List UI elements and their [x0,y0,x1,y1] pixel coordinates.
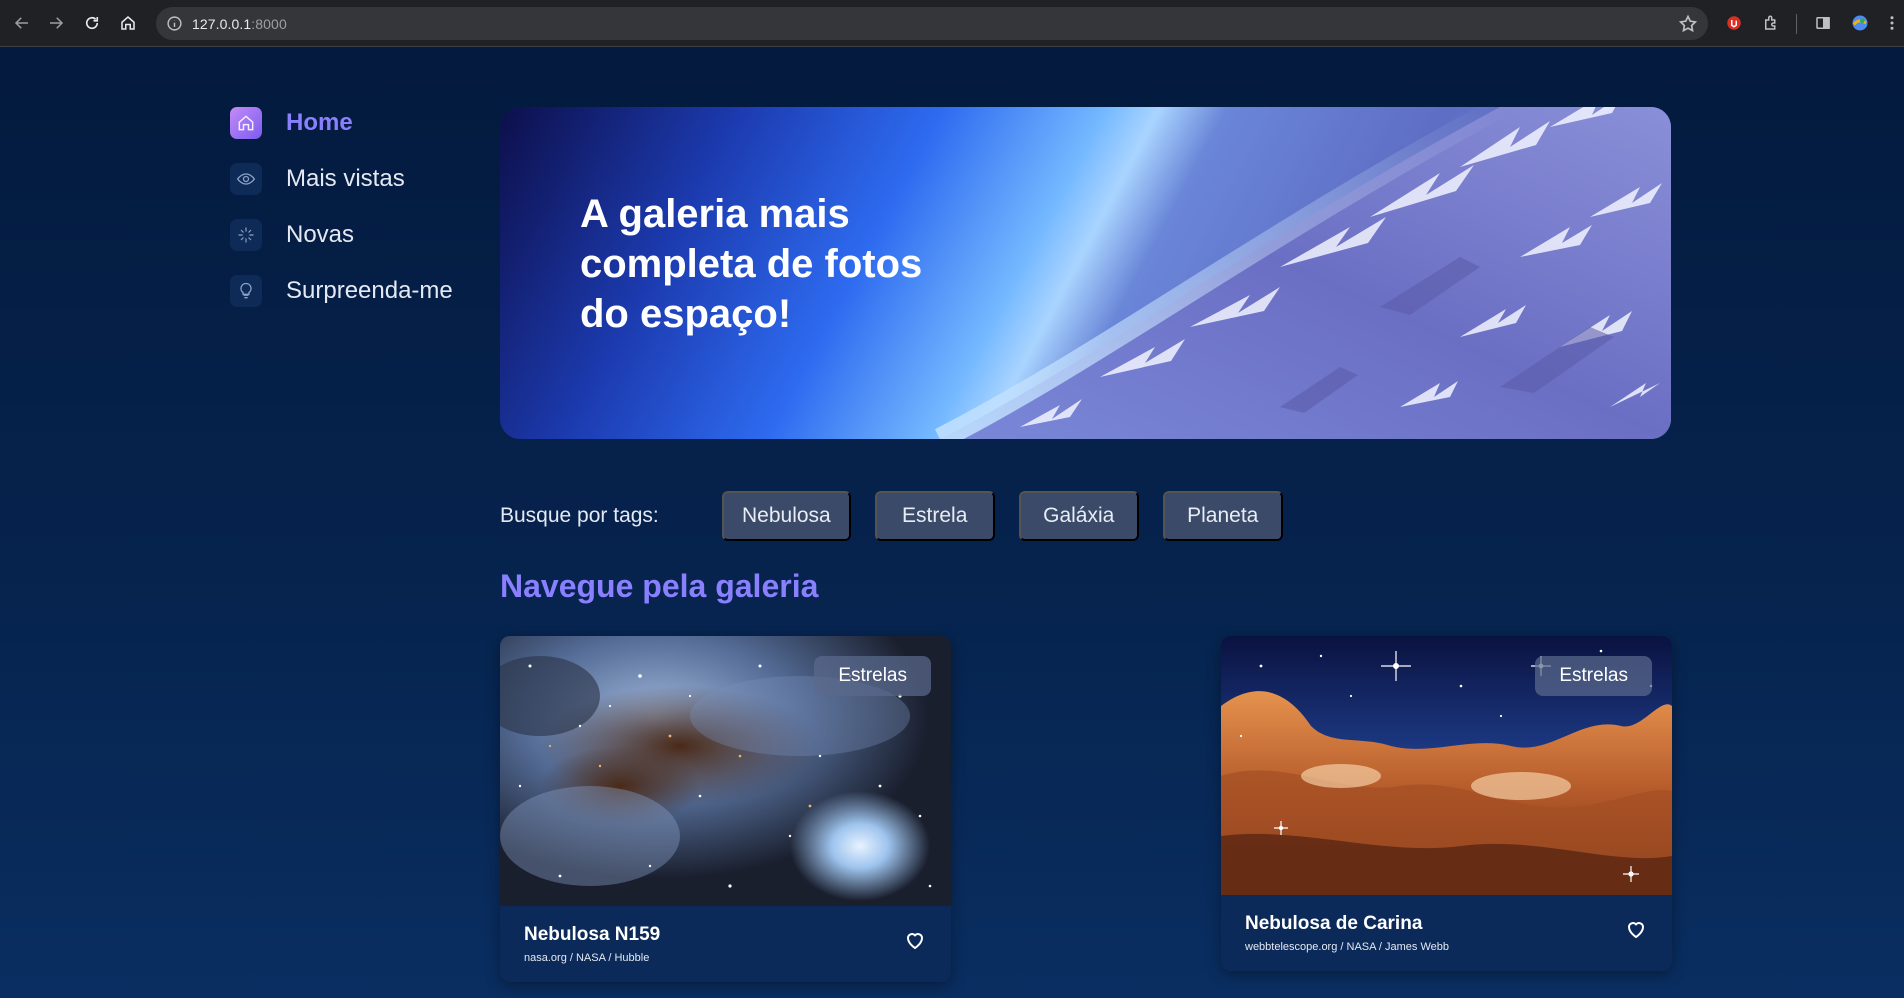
extensions-puzzle-icon[interactable] [1758,10,1784,36]
info-icon[interactable] [166,15,183,32]
sparkle-icon [230,219,262,251]
bookmark-star-icon[interactable] [1678,14,1698,34]
profile-avatar-icon[interactable] [1847,10,1873,36]
gallery-title: Navegue pela galeria [500,568,819,604]
tag-button-nebulosa[interactable]: Nebulosa [722,491,851,541]
tag-filter-bar: Busque por tags: Nebulosa Estrela Galáxi… [500,491,1307,541]
tags-label: Busque por tags: [500,504,659,527]
tag-button-planeta[interactable]: Planeta [1162,491,1283,541]
address-bar[interactable]: 127.0.0.1:8000 [156,7,1708,40]
side-panel-icon[interactable] [1810,10,1836,36]
home-icon [230,107,262,139]
sidebar-item-surpreenda-me[interactable]: Surpreenda-me [230,275,480,307]
sidebar-item-mais-vistas[interactable]: Mais vistas [230,163,480,195]
menu-kebab-icon[interactable] [1882,10,1902,36]
home-button[interactable] [110,5,146,41]
nebula-photo: Estrelas [1221,636,1672,895]
sidebar-item-label: Home [286,109,353,136]
sidebar-item-label: Novas [286,221,355,248]
heart-icon[interactable] [903,928,927,952]
eye-icon [230,163,262,195]
card-info: Nebulosa de Carina webbtelescope.org / N… [1221,895,1672,971]
arrow-right-icon [50,17,64,29]
gallery-card[interactable]: Estrelas Nebulosa de Carina webbtelescop… [1221,636,1672,971]
forward-button[interactable] [38,5,74,41]
category-badge: Estrelas [1535,656,1652,696]
sidebar-item-home[interactable]: Home [230,107,480,139]
tag-button-galaxia[interactable]: Galáxia [1018,491,1139,541]
card-title: Nebulosa de Carina [1245,913,1423,934]
sidebar-item-label: Surpreenda-me [286,277,453,304]
arrow-left-icon [14,17,28,29]
url-text: 127.0.0.1:8000 [192,16,287,32]
sidebar-nav: Home Mais vistas Novas Surpreenda-me [230,107,480,331]
card-credit: nasa.org / NASA / Hubble [524,952,650,964]
card-credit: webbtelescope.org / NASA / James Webb [1245,941,1450,953]
card-info: Nebulosa N159 nasa.org / NASA / Hubble [500,906,951,982]
hero-title: A galeria mais completa de fotos do espa… [580,192,923,336]
hero-banner: A galeria mais completa de fotos do espa… [500,107,1671,439]
home-icon [121,16,135,30]
nebula-photo: Estrelas [500,636,951,906]
reload-icon [85,16,99,30]
card-title: Nebulosa N159 [524,924,661,945]
sidebar-item-novas[interactable]: Novas [230,219,480,251]
sidebar-item-label: Mais vistas [286,165,405,192]
page-content: Home Mais vistas Novas Surpreenda-me A g… [0,47,1904,998]
reload-button[interactable] [74,5,110,41]
back-button[interactable] [4,5,40,41]
tag-button-estrela[interactable]: Estrela [874,491,995,541]
heart-icon[interactable] [1624,917,1648,941]
category-badge: Estrelas [814,656,931,696]
gallery-card[interactable]: Estrelas Nebulosa N159 nasa.org / NASA /… [500,636,951,982]
toolbar-divider [1796,14,1797,34]
extension-adblock-icon[interactable] [1721,10,1747,36]
lightbulb-icon [230,275,262,307]
browser-toolbar: 127.0.0.1:8000 [0,0,1904,47]
